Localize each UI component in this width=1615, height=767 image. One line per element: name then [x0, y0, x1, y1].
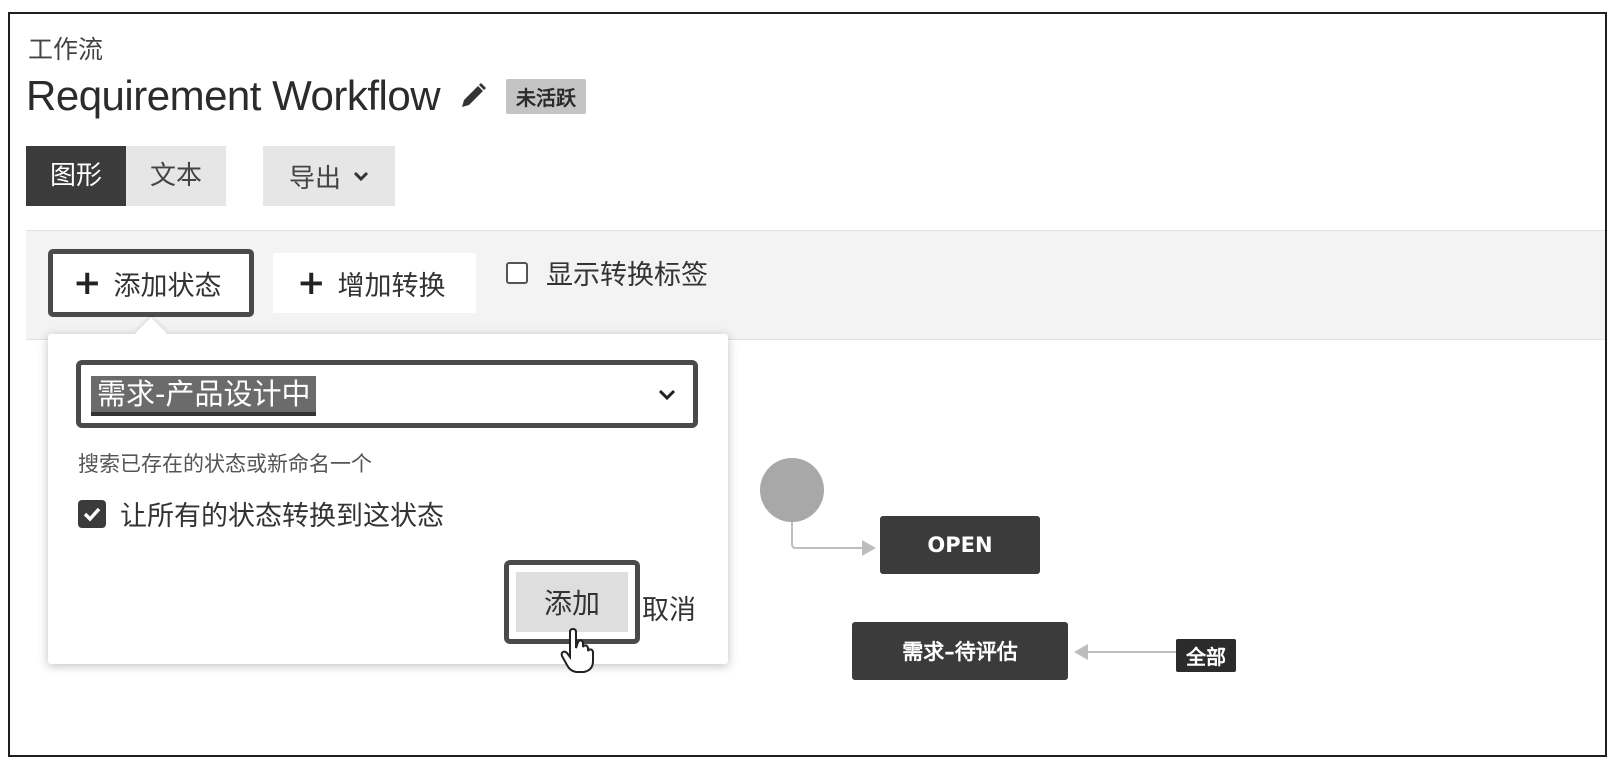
status-badge: 未活跃	[506, 78, 587, 114]
checkbox-checked-icon[interactable]	[78, 499, 106, 528]
title-row: Requirement Workflow 未活跃	[26, 72, 587, 120]
checkbox[interactable]	[506, 261, 528, 284]
workflow-editor-window: 工作流 Requirement Workflow 未活跃 图形 文本 导出 + …	[8, 12, 1607, 757]
status-select-hint: 搜索已存在的状态或新命名一个	[78, 452, 372, 476]
tab-graph[interactable]: 图形	[26, 146, 127, 206]
add-button[interactable]: 添加	[516, 572, 628, 632]
cancel-link[interactable]: 取消	[642, 588, 696, 627]
status-select[interactable]: 需求-产品设计中	[76, 360, 698, 428]
chevron-down-icon	[353, 171, 369, 182]
arrow-head	[1074, 644, 1088, 660]
add-transition-button[interactable]: + 增加转换	[273, 253, 476, 313]
hand-cursor-icon	[560, 628, 594, 673]
arrow-head	[862, 540, 876, 556]
start-node[interactable]	[760, 458, 824, 522]
add-transition-label: 增加转换	[337, 270, 446, 302]
chevron-down-icon	[658, 389, 676, 401]
diagram-toolbar: + 添加状态 + 增加转换 显示转换标签	[26, 230, 1605, 340]
status-node-pending-review[interactable]: 需求–待评估	[852, 622, 1068, 680]
all-transition-tag[interactable]: 全部	[1176, 639, 1236, 672]
show-transition-labels-label: 显示转换标签	[546, 260, 708, 291]
status-node-open[interactable]: OPEN	[880, 516, 1040, 574]
view-toggle: 图形 文本	[26, 146, 227, 206]
add-status-button[interactable]: + 添加状态	[48, 249, 254, 317]
allow-all-transitions-label: 让所有的状态转换到这状态	[120, 501, 444, 532]
tab-text[interactable]: 文本	[126, 146, 227, 206]
breadcrumb[interactable]: 工作流	[28, 30, 103, 66]
plus-icon: +	[73, 263, 102, 303]
status-select-value: 需求-产品设计中	[91, 376, 317, 416]
export-label: 导出	[288, 163, 341, 194]
plus-icon: +	[297, 263, 326, 303]
add-status-label: 添加状态	[113, 270, 222, 302]
start-transition-arrow	[791, 520, 862, 549]
allow-all-transitions-toggle[interactable]: 让所有的状态转换到这状态	[78, 494, 444, 533]
export-dropdown-button[interactable]: 导出	[263, 146, 395, 206]
pencil-icon[interactable]	[458, 81, 488, 111]
show-transition-labels-toggle[interactable]: 显示转换标签	[506, 253, 708, 292]
page-title: Requirement Workflow	[26, 72, 441, 119]
add-status-popover: 需求-产品设计中 搜索已存在的状态或新命名一个 让所有的状态转换到这状态 添加 …	[48, 317, 728, 673]
